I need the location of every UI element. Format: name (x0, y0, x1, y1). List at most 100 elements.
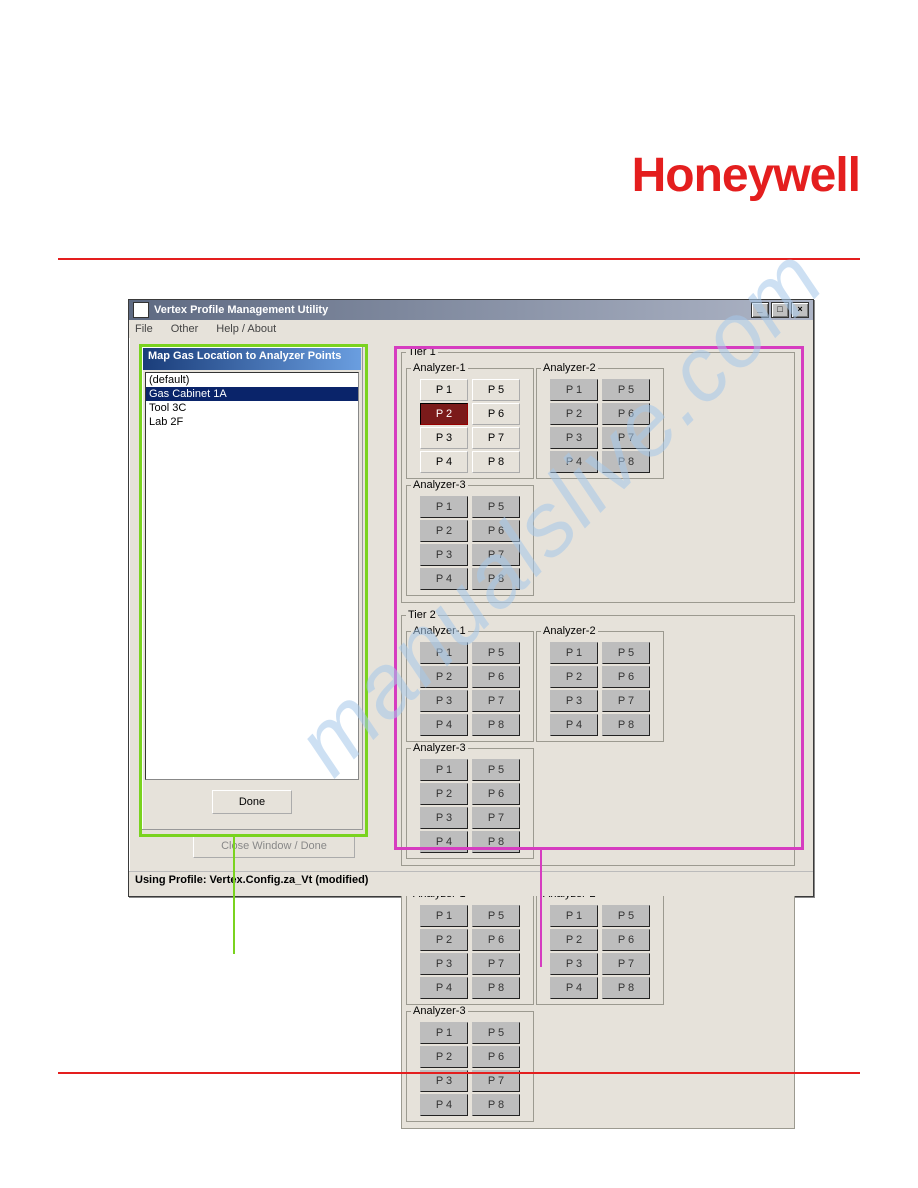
analyzer-label: Analyzer-3 (411, 1005, 468, 1017)
analyzer-group: Analyzer-2P 1P 5P 2P 6P 3P 7P 4P 8 (536, 362, 664, 479)
analyzer-label: Analyzer-2 (541, 625, 598, 637)
point-button: P 2 (420, 666, 468, 688)
point-button: P 4 (550, 714, 598, 736)
tier-group: Tier 2Analyzer-1P 1P 5P 2P 6P 3P 7P 4P 8… (401, 609, 795, 866)
point-button: P 8 (472, 831, 520, 853)
point-button: P 7 (472, 807, 520, 829)
menubar: File Other Help / About (129, 320, 813, 338)
tier-group: Tier 1Analyzer-1P 1P 5P 2P 6P 3P 7P 4P 8… (401, 346, 795, 603)
app-window: Vertex Profile Management Utility _ □ × … (128, 299, 814, 897)
point-button: P 5 (472, 496, 520, 518)
done-button[interactable]: Done (212, 790, 292, 814)
point-button: P 1 (550, 905, 598, 927)
point-button: P 7 (602, 953, 650, 975)
point-button[interactable]: P 5 (472, 379, 520, 401)
point-button[interactable]: P 8 (472, 451, 520, 473)
point-button: P 1 (420, 1022, 468, 1044)
window-title: Vertex Profile Management Utility (154, 304, 328, 316)
point-button: P 1 (420, 759, 468, 781)
divider-top (58, 258, 860, 260)
point-button: P 5 (602, 905, 650, 927)
point-button[interactable]: P 7 (472, 427, 520, 449)
point-button: P 8 (472, 977, 520, 999)
point-button: P 1 (420, 905, 468, 927)
location-listbox[interactable]: (default) Gas Cabinet 1A Tool 3C Lab 2F (145, 372, 359, 780)
point-button: P 6 (602, 929, 650, 951)
point-button: P 1 (550, 642, 598, 664)
point-button: P 3 (550, 427, 598, 449)
tiers-container: Tier 1Analyzer-1P 1P 5P 2P 6P 3P 7P 4P 8… (401, 346, 795, 1135)
point-button: P 8 (602, 714, 650, 736)
point-button: P 6 (472, 666, 520, 688)
analyzer-group: Analyzer-1 P 1P 5P 2P 6P 3P 7P 4P 8 (406, 362, 534, 479)
analyzer-group: Analyzer-2P 1P 5P 2P 6P 3P 7P 4P 8 (536, 888, 664, 1005)
point-button: P 3 (420, 690, 468, 712)
point-button: P 4 (420, 977, 468, 999)
point-button: P 1 (550, 379, 598, 401)
list-item[interactable]: Tool 3C (146, 401, 358, 415)
point-button: P 7 (472, 953, 520, 975)
point-button: P 7 (602, 690, 650, 712)
point-button: P 6 (472, 929, 520, 951)
point-button: P 5 (472, 759, 520, 781)
list-item[interactable]: (default) (146, 373, 358, 387)
point-button: P 4 (420, 568, 468, 590)
analyzer-group: Analyzer-2P 1P 5P 2P 6P 3P 7P 4P 8 (536, 625, 664, 742)
point-button[interactable]: P 1 (420, 379, 468, 401)
point-button: P 6 (602, 666, 650, 688)
close-button[interactable]: × (791, 302, 809, 318)
point-button[interactable]: P 3 (420, 427, 468, 449)
point-button: P 5 (602, 642, 650, 664)
divider-bottom (58, 1072, 860, 1074)
point-button: P 6 (472, 783, 520, 805)
analyzer-group: Analyzer-1P 1P 5P 2P 6P 3P 7P 4P 8 (406, 888, 534, 1005)
annotation-leader-pink (540, 847, 542, 967)
point-button: P 7 (602, 427, 650, 449)
point-button: P 3 (420, 544, 468, 566)
statusbar: Using Profile: Vertex.Config.za_Vt (modi… (129, 871, 813, 896)
list-item[interactable]: Lab 2F (146, 415, 358, 429)
point-button[interactable]: P 4 (420, 451, 468, 473)
point-button: P 3 (420, 953, 468, 975)
side-panel: Map Gas Location to Analyzer Points (def… (141, 346, 363, 830)
menu-help-about[interactable]: Help / About (216, 323, 276, 335)
point-button: P 8 (472, 568, 520, 590)
analyzer-group: Analyzer-3P 1P 5P 2P 6P 3P 7P 4P 8 (406, 479, 534, 596)
point-button: P 7 (472, 690, 520, 712)
point-button: P 8 (602, 977, 650, 999)
point-button: P 4 (550, 451, 598, 473)
analyzer-label: Analyzer-3 (411, 479, 468, 491)
tier-label: Tier 1 (406, 346, 438, 358)
point-button: P 3 (550, 953, 598, 975)
tier-label: Tier 2 (406, 609, 438, 621)
list-item[interactable]: Gas Cabinet 1A (146, 387, 358, 401)
analyzer-label: Analyzer-1 (411, 625, 468, 637)
point-button: P 5 (472, 905, 520, 927)
analyzer-group: Analyzer-3P 1P 5P 2P 6P 3P 7P 4P 8 (406, 1005, 534, 1122)
minimize-button[interactable]: _ (751, 302, 769, 318)
point-button: P 6 (472, 1046, 520, 1068)
point-button: P 5 (602, 379, 650, 401)
point-button: P 2 (550, 929, 598, 951)
point-button: P 2 (420, 520, 468, 542)
point-button: P 8 (602, 451, 650, 473)
analyzer-label: Analyzer-3 (411, 742, 468, 754)
analyzer-group: Analyzer-1P 1P 5P 2P 6P 3P 7P 4P 8 (406, 625, 534, 742)
point-button: P 2 (420, 929, 468, 951)
point-button: P 8 (472, 1094, 520, 1116)
analyzer-label: Analyzer-2 (541, 362, 598, 374)
point-button: P 2 (420, 783, 468, 805)
menu-file[interactable]: File (135, 323, 153, 335)
menu-other[interactable]: Other (171, 323, 199, 335)
point-button[interactable]: P 6 (472, 403, 520, 425)
point-button: P 2 (550, 666, 598, 688)
titlebar: Vertex Profile Management Utility _ □ × (129, 300, 813, 320)
maximize-button[interactable]: □ (771, 302, 789, 318)
analyzer-group: Analyzer-3P 1P 5P 2P 6P 3P 7P 4P 8 (406, 742, 534, 859)
close-window-done-button[interactable]: Close Window / Done (193, 834, 355, 858)
point-button: P 7 (472, 544, 520, 566)
analyzer-label: Analyzer-1 (411, 362, 468, 374)
point-button: P 1 (420, 496, 468, 518)
point-button[interactable]: P 2 (420, 403, 468, 425)
point-button: P 6 (602, 403, 650, 425)
